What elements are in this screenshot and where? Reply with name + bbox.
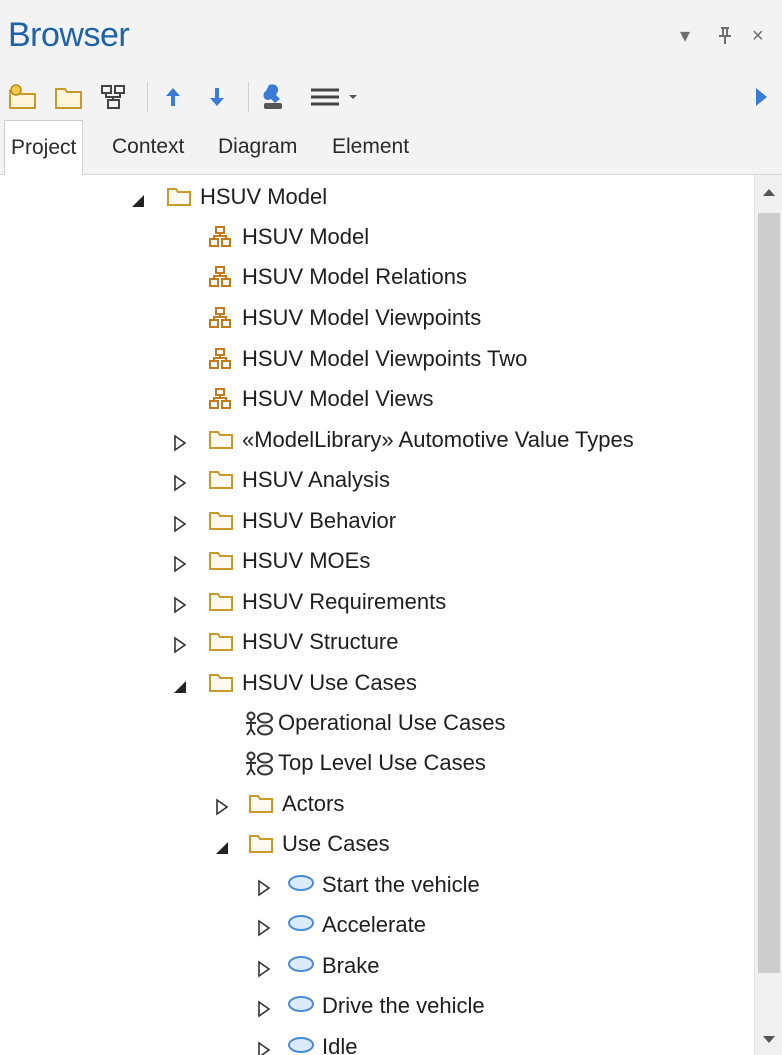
- vertical-scrollbar[interactable]: [754, 175, 782, 1055]
- expand-triangle-icon[interactable]: [256, 998, 272, 1024]
- folder-icon: [208, 590, 234, 618]
- tree-item-label: HSUV Model: [242, 224, 370, 249]
- scroll-down-icon[interactable]: [762, 1035, 776, 1045]
- collapse-triangle-icon[interactable]: [130, 189, 146, 215]
- expand-triangle-icon[interactable]: [256, 1039, 272, 1055]
- browser-titlebar: Browser ▾ ×: [0, 0, 782, 74]
- diagram-icon: [208, 387, 232, 417]
- tab-project[interactable]: Project: [4, 120, 84, 175]
- tree-item-label: HSUV Behavior: [242, 508, 397, 533]
- usecase-diagram-icon: [244, 711, 274, 743]
- tab-context[interactable]: Context: [112, 120, 184, 174]
- tree-item-label: HSUV Model Viewpoints: [242, 305, 482, 330]
- folder-icon: [208, 428, 234, 456]
- expand-triangle-icon[interactable]: [256, 877, 272, 903]
- tab-diagram[interactable]: Diagram: [218, 120, 297, 174]
- expand-triangle-icon[interactable]: [256, 958, 272, 984]
- browser-toolbar: [0, 74, 782, 120]
- diagram-icon: [208, 306, 232, 336]
- tree-item-label: HSUV Structure: [242, 629, 399, 654]
- tree-item-label: Use Cases: [282, 831, 390, 856]
- folder-icon: [166, 185, 192, 213]
- collapse-triangle-icon[interactable]: [172, 675, 188, 701]
- expand-triangle-icon[interactable]: [172, 472, 188, 498]
- project-tree: HSUV Model HSUV Model HSUV Model Relations…: [0, 175, 754, 1055]
- tab-element[interactable]: Element: [332, 120, 409, 174]
- usecase-icon: [286, 913, 316, 939]
- tree-item-label: HSUV Requirements: [242, 589, 447, 614]
- tree-item-label: HSUV Model Relations: [242, 264, 467, 289]
- tree-item-label: Accelerate: [322, 912, 426, 937]
- scroll-thumb[interactable]: [758, 213, 780, 973]
- folder-icon: [208, 630, 234, 658]
- move-up-icon[interactable]: [156, 80, 190, 114]
- tree-item-label: Operational Use Cases: [278, 710, 506, 735]
- folder-icon: [208, 509, 234, 537]
- usecase-icon: [286, 954, 316, 980]
- tree-item-label: Brake: [322, 953, 380, 978]
- new-package-icon[interactable]: [6, 80, 40, 114]
- menu-icon[interactable]: [306, 80, 366, 114]
- folder-icon: [208, 468, 234, 496]
- tree-item-label: Actors: [282, 791, 345, 816]
- tree-item-label: Idle: [322, 1034, 358, 1055]
- expand-triangle-icon[interactable]: [172, 634, 188, 660]
- usecase-diagram-icon: [244, 751, 274, 783]
- usecase-icon: [286, 1035, 316, 1055]
- expand-triangle-icon[interactable]: [172, 513, 188, 539]
- folder-icon: [248, 832, 274, 860]
- move-down-icon[interactable]: [200, 80, 234, 114]
- collapse-triangle-icon[interactable]: [214, 836, 230, 862]
- tree-item-label: HSUV Analysis: [242, 467, 390, 492]
- tree-item-label: HSUV MOEs: [242, 548, 371, 573]
- tree-item-label: HSUV Model: [200, 184, 328, 209]
- window-title: Browser: [8, 16, 130, 54]
- tree-item-label: Drive the vehicle: [322, 993, 485, 1018]
- tree-item-label: Top Level Use Cases: [278, 750, 486, 775]
- folder-icon: [208, 671, 234, 699]
- tree-item-label: «ModelLibrary» Automotive Value Types: [242, 427, 634, 452]
- tree-item-label: HSUV Use Cases: [242, 670, 417, 695]
- tree-item-label: HSUV Model Viewpoints Two: [242, 346, 528, 371]
- expand-triangle-icon[interactable]: [256, 917, 272, 943]
- folder-icon: [208, 549, 234, 577]
- expand-triangle-icon[interactable]: [172, 432, 188, 458]
- play-arrow-icon[interactable]: [744, 80, 778, 114]
- expand-triangle-icon[interactable]: [172, 594, 188, 620]
- tree-item-label: Start the vehicle: [322, 872, 480, 897]
- properties-icon[interactable]: [256, 80, 290, 114]
- folder-icon: [248, 792, 274, 820]
- expand-triangle-icon[interactable]: [172, 553, 188, 579]
- browser-tabs: Project Context Diagram Element: [0, 120, 782, 175]
- dropdown-menu-icon[interactable]: ▾: [680, 26, 690, 46]
- folder-icon[interactable]: [52, 80, 86, 114]
- usecase-icon: [286, 873, 316, 899]
- close-icon[interactable]: ×: [752, 26, 764, 46]
- new-diagram-icon[interactable]: [96, 80, 130, 114]
- usecase-icon: [286, 994, 316, 1020]
- pin-icon[interactable]: [716, 26, 734, 50]
- scroll-up-icon[interactable]: [762, 187, 776, 197]
- diagram-icon: [208, 265, 232, 295]
- diagram-icon: [208, 347, 232, 377]
- expand-triangle-icon[interactable]: [214, 796, 230, 822]
- tree-item-label: HSUV Model Views: [242, 386, 434, 411]
- diagram-icon: [208, 225, 232, 255]
